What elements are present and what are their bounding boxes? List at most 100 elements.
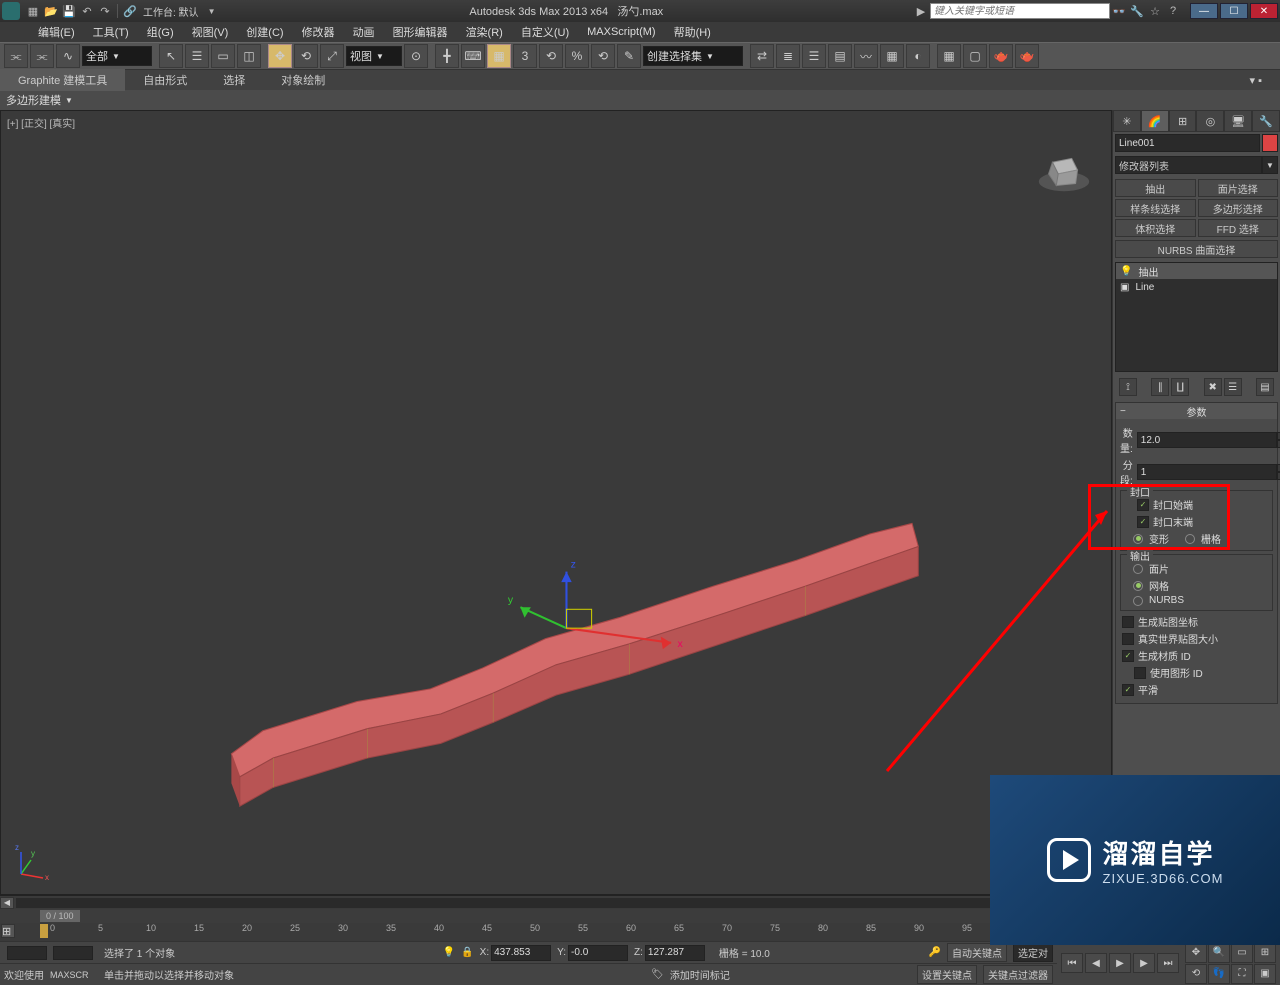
time-tag-icon[interactable]: 🏷 — [651, 969, 664, 980]
maximize-button[interactable]: ☐ — [1220, 3, 1248, 19]
modifier-list-dropdown-icon[interactable]: ▼ — [1262, 156, 1278, 174]
key-filter-button[interactable]: 关键点过滤器 — [983, 965, 1053, 984]
named-selection-combo[interactable]: 创建选择集▼ — [643, 46, 743, 66]
minimize-button[interactable]: — — [1190, 3, 1218, 19]
nurbs-surface-select-button[interactable]: NURBS 曲面选择 — [1115, 240, 1278, 258]
percent-snap-icon[interactable]: % — [565, 44, 589, 68]
real-world-checkbox[interactable] — [1122, 633, 1134, 645]
search-input[interactable] — [930, 3, 1110, 19]
snap-2d-icon[interactable]: ▦ — [487, 44, 511, 68]
menu-修改器[interactable]: 修改器 — [294, 22, 343, 42]
snap-3-icon[interactable]: 3 — [513, 44, 537, 68]
menu-视图(V)[interactable]: 视图(V) — [184, 22, 237, 42]
menu-帮助(H)[interactable]: 帮助(H) — [666, 22, 719, 42]
new-icon[interactable]: ▦ — [25, 3, 41, 19]
segments-input[interactable] — [1137, 464, 1277, 480]
ribbon-tab[interactable]: 自由形式 — [125, 69, 205, 91]
show-end-icon[interactable]: ∥ — [1151, 378, 1169, 396]
eye-icon[interactable]: 💡 — [1120, 266, 1132, 277]
utilities-tab-icon[interactable]: 🔧 — [1252, 110, 1280, 132]
x-coord-input[interactable] — [491, 945, 551, 961]
add-time-tag[interactable]: 添加时间标记 — [670, 967, 730, 982]
wrench-icon[interactable]: 🔧 — [1129, 3, 1145, 19]
modifier-list-combo[interactable]: 修改器列表 — [1115, 156, 1262, 174]
layers-icon[interactable]: ☰ — [802, 44, 826, 68]
key-marker[interactable] — [40, 924, 48, 938]
modifier-preset-button[interactable]: 样条线选择 — [1115, 199, 1196, 217]
modifier-preset-button[interactable]: 抽出 — [1115, 179, 1196, 197]
render-setup-icon[interactable]: ▦ — [937, 44, 961, 68]
render-frame-icon[interactable]: ▢ — [963, 44, 987, 68]
scale-tool-icon[interactable]: ⤢ — [320, 44, 344, 68]
configure-icon[interactable]: ☰ — [1224, 378, 1242, 396]
modifier-preset-button[interactable]: 多边形选择 — [1198, 199, 1279, 217]
undo-icon[interactable]: ↶ — [79, 3, 95, 19]
chevron-down-icon[interactable]: ▼ — [65, 96, 73, 105]
modify-tab-icon[interactable]: 🌈 — [1141, 110, 1169, 132]
menu-MAXScript(M)[interactable]: MAXScript(M) — [579, 24, 663, 40]
patch-radio[interactable] — [1133, 564, 1143, 574]
listener-icon[interactable] — [53, 946, 93, 960]
frame-indicator[interactable]: 0 / 100 — [40, 910, 80, 922]
menu-图形编辑器[interactable]: 图形编辑器 — [385, 22, 456, 42]
ribbon-tab[interactable]: Graphite 建模工具 — [0, 69, 125, 91]
spinner-snap-icon[interactable]: ⟲ — [591, 44, 615, 68]
curve-editor-icon[interactable]: 〰 — [854, 44, 878, 68]
menu-自定义(U)[interactable]: 自定义(U) — [513, 22, 577, 42]
prev-frame-icon[interactable]: ◀ — [1085, 953, 1107, 973]
pin-stack-icon[interactable]: ⟟ — [1119, 378, 1137, 396]
render-prod-icon[interactable]: 🫖 — [1015, 44, 1039, 68]
link-icon[interactable]: 🔗 — [122, 3, 138, 19]
render-icon[interactable]: 🫖 — [989, 44, 1013, 68]
amount-input[interactable] — [1137, 432, 1277, 448]
next-frame-icon[interactable]: ▶ — [1133, 953, 1155, 973]
nav-max-icon[interactable]: ⛶ — [1231, 964, 1253, 984]
remove-mod-icon[interactable]: ✖ — [1204, 378, 1222, 396]
grid-radio[interactable] — [1185, 534, 1195, 544]
arrow-icon[interactable]: ▶ — [913, 3, 929, 19]
cap-start-checkbox[interactable]: ✓ — [1137, 499, 1149, 511]
nav-fov-icon[interactable]: ▭ — [1231, 943, 1253, 963]
bind-tool-icon[interactable]: ∿ — [56, 44, 80, 68]
workspace-label[interactable]: 工作台: 默认 — [143, 4, 199, 19]
menu-工具(T)[interactable]: 工具(T) — [85, 22, 137, 42]
menu-动画[interactable]: 动画 — [345, 22, 383, 42]
save-icon[interactable]: 💾 — [61, 3, 77, 19]
chevron-down-icon[interactable]: ▼ — [204, 3, 220, 19]
ref-coord-combo[interactable]: 视图▼ — [346, 46, 402, 66]
selection-filter-combo[interactable]: 全部▼ — [82, 46, 152, 66]
ribbon-sub-label[interactable]: 多边形建模 — [6, 92, 61, 108]
display-tab-icon[interactable]: 🖥 — [1224, 110, 1252, 132]
link-tool-icon[interactable]: ⫘ — [4, 44, 28, 68]
menu-组(G)[interactable]: 组(G) — [139, 22, 182, 42]
app-menu-icon[interactable] — [6, 24, 28, 40]
menu-渲染(R)[interactable]: 渲染(R) — [458, 22, 511, 42]
key-mode-icon[interactable]: 🔑 — [929, 947, 941, 958]
scroll-left-icon[interactable]: ◀ — [0, 897, 14, 909]
goto-start-icon[interactable]: ⏮ — [1061, 953, 1083, 973]
z-coord-input[interactable] — [645, 945, 705, 961]
lock-icon[interactable]: 🔒 — [461, 947, 473, 958]
auto-key-button[interactable]: 自动关键点 — [947, 943, 1007, 962]
open-icon[interactable]: 📂 — [43, 3, 59, 19]
select-name-icon[interactable]: ☰ — [185, 44, 209, 68]
material-editor-icon[interactable]: ◐ — [906, 44, 930, 68]
smooth-checkbox[interactable]: ✓ — [1122, 684, 1134, 696]
app-icon[interactable] — [2, 2, 20, 20]
isolate-icon[interactable]: 💡 — [443, 947, 455, 958]
mesh-radio[interactable] — [1133, 581, 1143, 591]
help-icon[interactable]: ? — [1165, 3, 1181, 19]
track-toggle-icon[interactable]: ⊞ — [1, 924, 15, 938]
nav-zoom-all-icon[interactable]: ⊞ — [1254, 943, 1276, 963]
goto-end-icon[interactable]: ⏭ — [1157, 953, 1179, 973]
manip-icon[interactable]: ╋ — [435, 44, 459, 68]
window-crossing-icon[interactable]: ◫ — [237, 44, 261, 68]
ribbon-tab[interactable]: 对象绘制 — [263, 69, 343, 91]
object-name-input[interactable] — [1115, 134, 1260, 152]
binoculars-icon[interactable]: 👓 — [1111, 3, 1127, 19]
use-shape-id-checkbox[interactable] — [1134, 667, 1146, 679]
mirror-icon[interactable]: ⇄ — [750, 44, 774, 68]
nav-walk-icon[interactable]: 👣 — [1208, 964, 1230, 984]
object-color-swatch[interactable] — [1262, 134, 1278, 152]
angle-snap-icon[interactable]: ⟲ — [539, 44, 563, 68]
